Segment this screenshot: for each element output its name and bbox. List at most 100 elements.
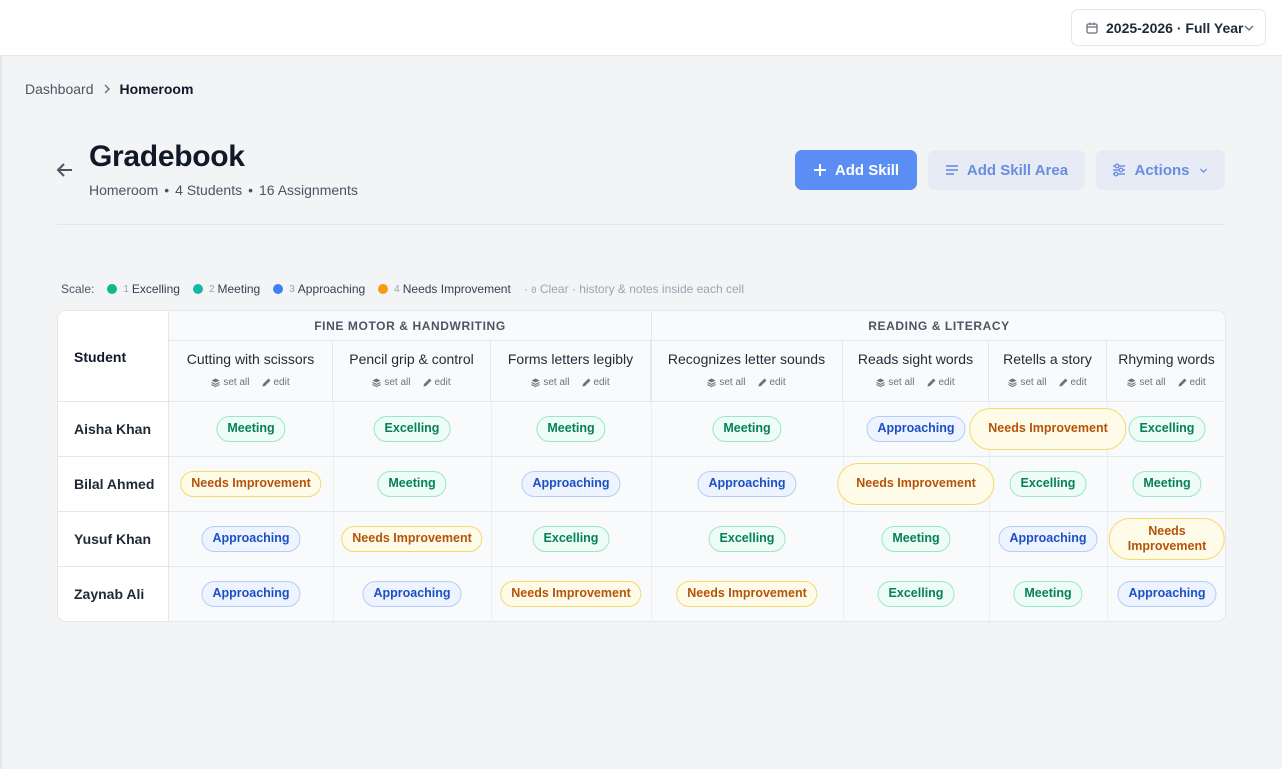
edit-label: edit <box>1189 377 1206 388</box>
skill-name: Recognizes letter sounds <box>667 351 826 367</box>
skill-tools: set all edit <box>169 377 332 388</box>
grade-pill[interactable]: Meeting <box>1132 470 1202 497</box>
add-skill-area-button[interactable]: Add Skill Area <box>928 150 1085 190</box>
grade-pill[interactable]: Approaching <box>201 525 301 552</box>
skill-name: Rhyming words <box>1118 351 1215 367</box>
grade-pill[interactable]: Approaching <box>521 470 621 497</box>
grade-pill[interactable]: Meeting <box>712 415 782 442</box>
skill-tools: set all edit <box>843 377 988 388</box>
row-divider <box>169 401 1225 402</box>
edit-skill-button[interactable]: edit <box>1178 377 1206 388</box>
edit-skill-button[interactable]: edit <box>1059 377 1087 388</box>
row-divider <box>169 511 1225 512</box>
grade-pill[interactable]: Needs Improvement <box>341 525 483 552</box>
grade-pill[interactable]: Approaching <box>866 415 966 442</box>
student-name[interactable]: Zaynab Ali <box>58 566 169 621</box>
grade-pill[interactable]: Approaching <box>998 525 1098 552</box>
skill-name: Retells a story <box>1003 351 1092 367</box>
skill-tools: set all edit <box>333 377 490 388</box>
scale-note-prefix: · <box>523 282 528 296</box>
skill-name: Reads sight words <box>857 351 974 367</box>
skill-area-header: FINE MOTOR & HANDWRITING <box>169 311 651 341</box>
grade-pill[interactable]: Approaching <box>1117 580 1217 607</box>
edit-skill-button[interactable]: edit <box>758 377 786 388</box>
edit-label: edit <box>769 377 786 388</box>
grade-pill[interactable]: Excelling <box>708 525 786 552</box>
grade-pill[interactable]: Meeting <box>1013 580 1083 607</box>
sidebar-edge <box>0 56 2 769</box>
row-divider <box>169 456 1225 457</box>
skill-column-header: Cutting with scissors set all edit <box>169 341 333 401</box>
scale-num: 1 <box>123 283 129 295</box>
student-name[interactable]: Yusuf Khan <box>58 511 169 566</box>
scale-note-text: Clear · history & notes inside each cell <box>539 282 744 296</box>
edit-skill-button[interactable]: edit <box>423 377 451 388</box>
grade-pill[interactable]: Meeting <box>881 525 951 552</box>
subtitle-class: Homeroom <box>89 182 159 198</box>
edit-skill-button[interactable]: edit <box>582 377 610 388</box>
page-title: Gradebook <box>89 140 245 173</box>
edit-skill-button[interactable]: edit <box>927 377 955 388</box>
actions-label: Actions <box>1134 161 1190 179</box>
grade-pill[interactable]: Excelling <box>373 415 451 442</box>
skill-tools: set all edit <box>989 377 1106 388</box>
set-all-button[interactable]: set all <box>211 377 250 388</box>
grade-pill[interactable]: Excelling <box>532 525 610 552</box>
grade-pill[interactable]: Meeting <box>536 415 606 442</box>
grade-pill[interactable]: Needs Improvement <box>676 580 818 607</box>
grade-pill[interactable]: Meeting <box>216 415 286 442</box>
edit-label: edit <box>593 377 610 388</box>
scale-item: 2 Meeting <box>192 282 261 296</box>
grade-pill[interactable]: Needs Improvement <box>837 462 995 505</box>
grade-pill[interactable]: Needs Improvement <box>969 407 1127 450</box>
set-all-button[interactable]: set all <box>1008 377 1047 388</box>
grade-pill[interactable]: Meeting <box>377 470 447 497</box>
student-column-header: Student <box>74 349 127 365</box>
grade-pill[interactable]: Needs Improvement <box>180 470 322 497</box>
skill-area-header: READING & LITERACY <box>651 311 1225 341</box>
pencil-icon <box>582 378 590 387</box>
skill-column-header: Pencil grip & control set all edit <box>333 341 491 401</box>
add-skill-button[interactable]: Add Skill <box>795 150 917 190</box>
year-select[interactable]: 2025-2026 · Full Year <box>1071 9 1266 46</box>
edit-skill-button[interactable]: edit <box>262 377 290 388</box>
student-name[interactable]: Aisha Khan <box>58 401 169 456</box>
grade-pill[interactable]: Excelling <box>1128 415 1206 442</box>
set-all-button[interactable]: set all <box>707 377 746 388</box>
scale-item: 1 Excelling <box>107 282 180 296</box>
status-dot <box>107 284 118 294</box>
set-all-button[interactable]: set all <box>1127 377 1166 388</box>
grade-pill[interactable]: Excelling <box>1009 470 1087 497</box>
layers-icon <box>707 378 717 387</box>
scale-num: 4 <box>394 283 400 295</box>
scale-item-label: Meeting <box>217 282 261 296</box>
add-skill-area-label: Add Skill Area <box>966 161 1069 179</box>
chevron-down-icon <box>1199 167 1207 173</box>
set-all-label: set all <box>543 377 570 388</box>
grade-pill[interactable]: Needs Improvement <box>1108 517 1225 560</box>
grade-pill[interactable]: Approaching <box>201 580 301 607</box>
skill-tools: set all edit <box>651 377 842 388</box>
breadcrumb: Dashboard Homeroom <box>25 81 193 97</box>
year-select-label: 2025-2026 · Full Year <box>1106 19 1244 36</box>
back-arrow-icon[interactable] <box>55 160 75 180</box>
grade-pill[interactable]: Approaching <box>697 470 797 497</box>
actions-button[interactable]: Actions <box>1096 150 1225 190</box>
edit-label: edit <box>434 377 451 388</box>
breadcrumb-dashboard-link[interactable]: Dashboard <box>25 81 94 97</box>
skill-column-header: Reads sight words set all edit <box>843 341 989 401</box>
grade-pill[interactable]: Needs Improvement <box>500 580 642 607</box>
set-all-button[interactable]: set all <box>372 377 411 388</box>
scale-note-key: 0 <box>531 286 537 296</box>
grade-pill[interactable]: Approaching <box>362 580 462 607</box>
student-name[interactable]: Bilal Ahmed <box>58 456 169 511</box>
sliders-icon <box>1113 163 1126 177</box>
scale-item-label: Needs Improvement <box>402 282 511 296</box>
chevron-down-icon <box>1244 25 1254 32</box>
set-all-label: set all <box>1139 377 1166 388</box>
scale-item-label: Excelling <box>131 282 180 296</box>
set-all-button[interactable]: set all <box>876 377 915 388</box>
set-all-label: set all <box>223 377 250 388</box>
grade-pill[interactable]: Excelling <box>877 580 955 607</box>
set-all-button[interactable]: set all <box>531 377 570 388</box>
